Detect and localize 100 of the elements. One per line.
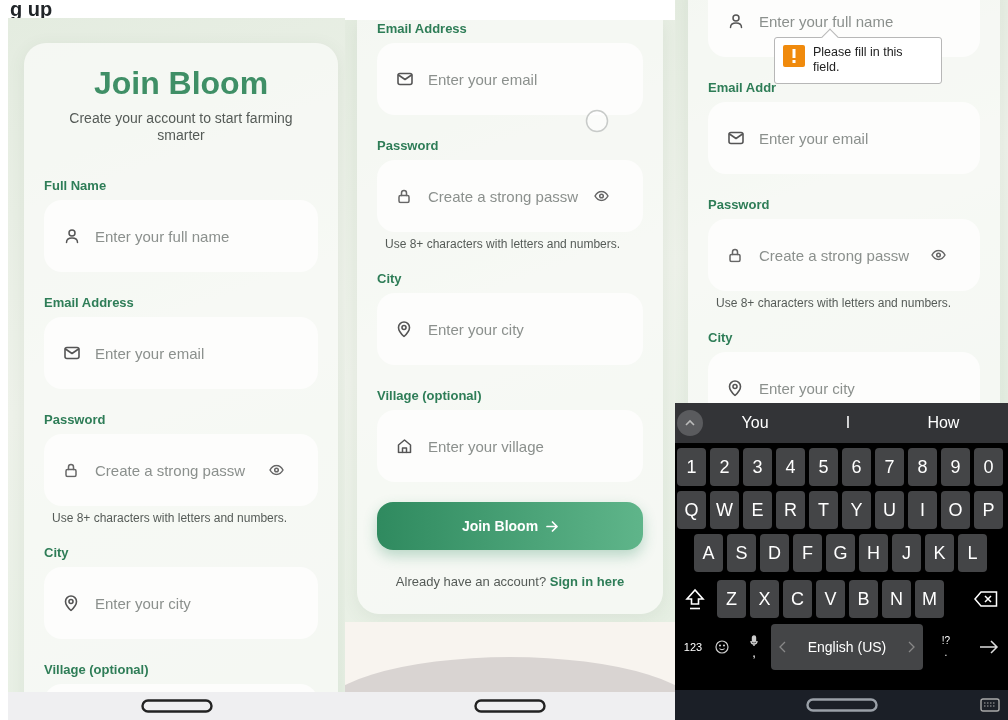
field-label: Email Addr xyxy=(708,79,777,96)
field-label: Password xyxy=(708,196,770,213)
field-label: Full Name xyxy=(44,177,107,194)
input-field[interactable]: Enter your village xyxy=(377,410,643,482)
home-indicator[interactable] xyxy=(474,699,546,713)
input-field[interactable]: Enter your city xyxy=(377,293,643,365)
eye-icon[interactable] xyxy=(594,190,609,202)
field-label: Email Address xyxy=(44,294,134,311)
emoji-icon[interactable] xyxy=(715,640,729,654)
home-indicator[interactable] xyxy=(140,699,213,713)
input-field[interactable]: Enter your email xyxy=(44,317,318,389)
form-subtitle: Create your account to start farming smarter xyxy=(68,110,294,144)
keyboard-key[interactable]: Y xyxy=(842,491,871,529)
space-key[interactable]: English (US) xyxy=(771,624,923,670)
keyboard-key[interactable]: 1 xyxy=(677,448,706,486)
input-field[interactable]: Enter your city xyxy=(44,567,318,639)
helper-text: Use 8+ characters with letters and numbers. xyxy=(716,296,952,310)
lock-icon xyxy=(728,247,742,263)
keyboard-key[interactable]: 3 xyxy=(743,448,772,486)
keyboard-key[interactable]: X xyxy=(750,580,779,618)
touch-indicator-icon xyxy=(585,109,609,133)
keyboard-key[interactable]: 6 xyxy=(842,448,871,486)
eye-icon[interactable] xyxy=(931,249,946,261)
field-label: City xyxy=(44,544,69,561)
input-field[interactable]: Enter your full name xyxy=(44,200,318,272)
person-icon xyxy=(64,228,80,244)
form-title: Join Bloom xyxy=(93,65,269,101)
keyboard-key[interactable]: F xyxy=(793,534,822,572)
input-field[interactable]: Enter your email xyxy=(708,102,980,174)
keyboard-key[interactable]: U xyxy=(875,491,904,529)
keyboard-key[interactable]: R xyxy=(776,491,805,529)
house-icon xyxy=(397,438,412,454)
chevron-left-icon xyxy=(779,641,786,653)
eye-icon[interactable] xyxy=(269,464,284,476)
shift-icon[interactable] xyxy=(685,588,705,610)
field-label: Village (optional) xyxy=(377,387,482,404)
keyboard-key[interactable]: B xyxy=(849,580,878,618)
location-pin-icon xyxy=(728,379,742,397)
keyboard-key[interactable]: M xyxy=(915,580,944,618)
keyboard-key[interactable]: N xyxy=(882,580,911,618)
keyboard-key[interactable]: 5 xyxy=(809,448,838,486)
suggestion-chip[interactable]: How xyxy=(927,411,960,435)
suggestion-chip[interactable]: You xyxy=(741,411,769,435)
field-label: City xyxy=(377,270,402,287)
keyboard-key[interactable]: H xyxy=(859,534,888,572)
keyboard-key[interactable]: 2 xyxy=(710,448,739,486)
keyboard-key[interactable]: K xyxy=(925,534,954,572)
backspace-icon[interactable] xyxy=(974,591,998,607)
period-key[interactable]: !? . xyxy=(923,635,969,659)
language-label: English (US) xyxy=(807,637,887,657)
keyboard-key[interactable]: Q xyxy=(677,491,706,529)
keyboard-key[interactable]: 4 xyxy=(776,448,805,486)
input-field[interactable]: Enter your city xyxy=(708,352,980,403)
keyboard-icon[interactable] xyxy=(980,698,1000,712)
input-field[interactable]: Create a strong passw xyxy=(44,434,318,506)
keyboard-key[interactable]: O xyxy=(941,491,970,529)
location-pin-icon xyxy=(397,320,411,338)
arrow-right-icon xyxy=(546,520,559,532)
keyboard-key[interactable]: E xyxy=(743,491,772,529)
keyboard-key[interactable]: P xyxy=(974,491,1003,529)
keyboard-key[interactable]: D xyxy=(760,534,789,572)
mail-icon xyxy=(397,72,413,86)
keyboard-key[interactable]: Z xyxy=(717,580,746,618)
comma-key[interactable]: , xyxy=(737,635,771,659)
lock-icon xyxy=(64,462,78,478)
field-label: Password xyxy=(44,411,106,428)
keyboard-key[interactable]: J xyxy=(892,534,921,572)
expand-icon[interactable] xyxy=(677,410,703,436)
suggestion-chip[interactable]: I xyxy=(845,411,851,435)
field-label: Password xyxy=(377,137,439,154)
keyboard-key[interactable]: I xyxy=(908,491,937,529)
mail-icon xyxy=(728,131,744,145)
location-pin-icon xyxy=(64,594,78,612)
keyboard-key[interactable]: W xyxy=(710,491,739,529)
input-field[interactable]: Create a strong passw xyxy=(708,219,980,291)
mail-icon xyxy=(64,346,80,360)
helper-text: Use 8+ characters with letters and numbers. xyxy=(52,511,288,525)
keyboard-key[interactable]: G xyxy=(826,534,855,572)
keyboard-key[interactable]: L xyxy=(958,534,987,572)
signin-link[interactable]: Sign in here xyxy=(549,574,625,589)
keyboard-key[interactable]: 7 xyxy=(875,448,904,486)
microphone-icon xyxy=(750,635,758,647)
keyboard-key[interactable]: C xyxy=(783,580,812,618)
input-field[interactable]: Enter your email xyxy=(377,43,643,115)
person-icon xyxy=(728,13,744,29)
home-indicator[interactable] xyxy=(805,698,878,712)
input-field[interactable]: Create a strong passw xyxy=(377,160,643,232)
keyboard-key[interactable]: 9 xyxy=(941,448,970,486)
field-label: City xyxy=(708,329,733,346)
keyboard-key[interactable]: 8 xyxy=(908,448,937,486)
chevron-right-icon xyxy=(908,641,915,653)
signin-prompt: Already have an account? Sign in here xyxy=(395,573,625,591)
keyboard-key[interactable]: T xyxy=(809,491,838,529)
keyboard-key[interactable]: S xyxy=(727,534,756,572)
enter-arrow-icon[interactable] xyxy=(979,640,999,654)
keyboard-key[interactable]: V xyxy=(816,580,845,618)
keyboard-key[interactable]: 0 xyxy=(974,448,1003,486)
field-label: Email Address xyxy=(377,20,467,37)
mode-key[interactable]: 123 xyxy=(679,638,707,656)
keyboard-key[interactable]: A xyxy=(694,534,723,572)
